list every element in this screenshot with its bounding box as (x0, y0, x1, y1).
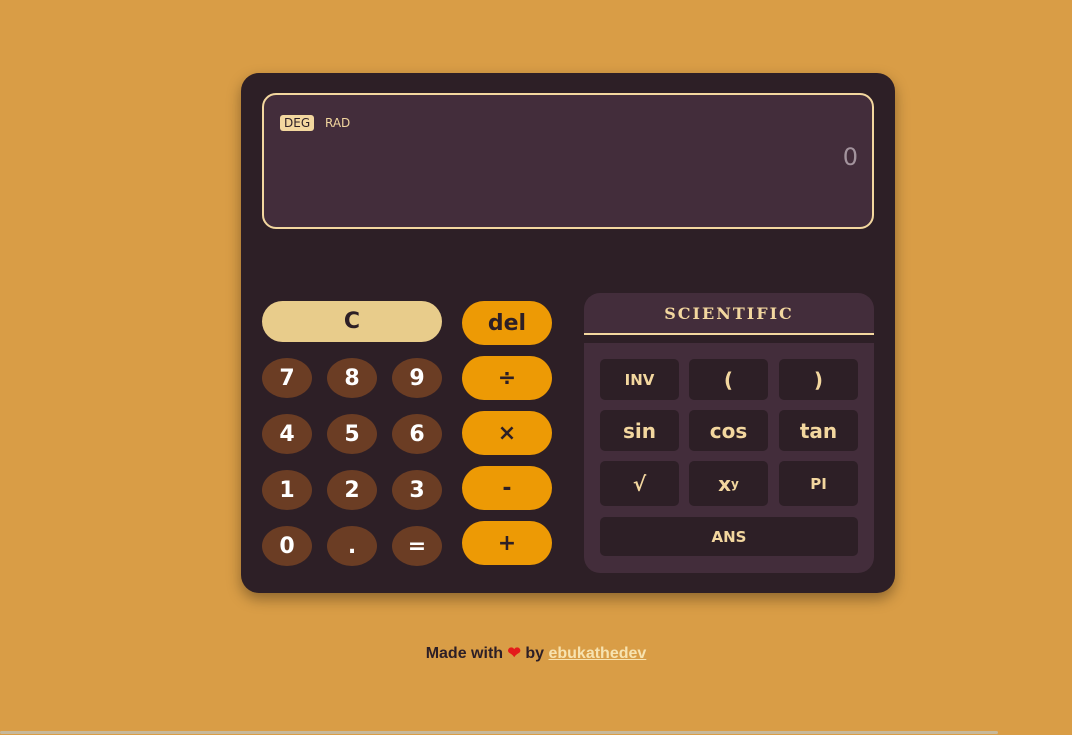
footer-made-with: Made with (425, 645, 504, 662)
display-screen: DEG RAD 0 (262, 93, 874, 229)
sqrt-button[interactable]: √ (600, 461, 679, 506)
deg-mode-toggle[interactable]: DEG (280, 115, 315, 131)
digit-0-button[interactable]: 0 (262, 526, 312, 566)
digit-2-button[interactable]: 2 (327, 470, 377, 510)
cos-button[interactable]: cos (689, 410, 768, 451)
power-button[interactable]: xy (689, 461, 768, 506)
scrollbar-thumb[interactable] (0, 731, 998, 734)
digit-5-button[interactable]: 5 (327, 414, 377, 454)
scientific-title: SCIENTIFIC (584, 293, 874, 335)
author-link[interactable]: ebukathedev (548, 645, 646, 662)
footer-by: by (525, 645, 545, 662)
digit-7-button[interactable]: 7 (262, 358, 312, 398)
subtract-button[interactable]: - (462, 466, 552, 510)
multiply-button[interactable]: × (462, 411, 552, 455)
equals-button[interactable]: = (392, 526, 442, 566)
power-exponent-label: y (731, 476, 739, 491)
display-value: 0 (842, 143, 858, 171)
decimal-button[interactable]: . (327, 526, 377, 566)
scientific-panel: SCIENTIFIC INV ( ) sin cos tan √ xy PI A… (584, 293, 874, 573)
divide-button[interactable]: ÷ (462, 356, 552, 400)
close-paren-button[interactable]: ) (779, 359, 858, 400)
digit-1-button[interactable]: 1 (262, 470, 312, 510)
sin-button[interactable]: sin (600, 410, 679, 451)
open-paren-button[interactable]: ( (689, 359, 768, 400)
pi-button[interactable]: PI (779, 461, 858, 506)
clear-button[interactable]: C (262, 301, 442, 342)
digit-8-button[interactable]: 8 (327, 358, 377, 398)
power-base-label: x (718, 471, 732, 496)
horizontal-scrollbar[interactable] (0, 730, 1072, 735)
rad-mode-toggle[interactable]: RAD (321, 115, 354, 131)
add-button[interactable]: + (462, 521, 552, 565)
scientific-divider (584, 335, 874, 343)
heart-icon: ❤ (507, 645, 521, 662)
footer-credit: Made with ❤ by ebukathedev (0, 643, 1072, 663)
digit-4-button[interactable]: 4 (262, 414, 312, 454)
delete-button[interactable]: del (462, 301, 552, 345)
inv-button[interactable]: INV (600, 359, 679, 400)
calculator: DEG RAD 0 C del 7 8 9 ÷ 4 5 6 × 1 2 3 - … (241, 73, 895, 593)
digit-9-button[interactable]: 9 (392, 358, 442, 398)
tan-button[interactable]: tan (779, 410, 858, 451)
digit-6-button[interactable]: 6 (392, 414, 442, 454)
ans-button[interactable]: ANS (600, 517, 858, 556)
digit-3-button[interactable]: 3 (392, 470, 442, 510)
